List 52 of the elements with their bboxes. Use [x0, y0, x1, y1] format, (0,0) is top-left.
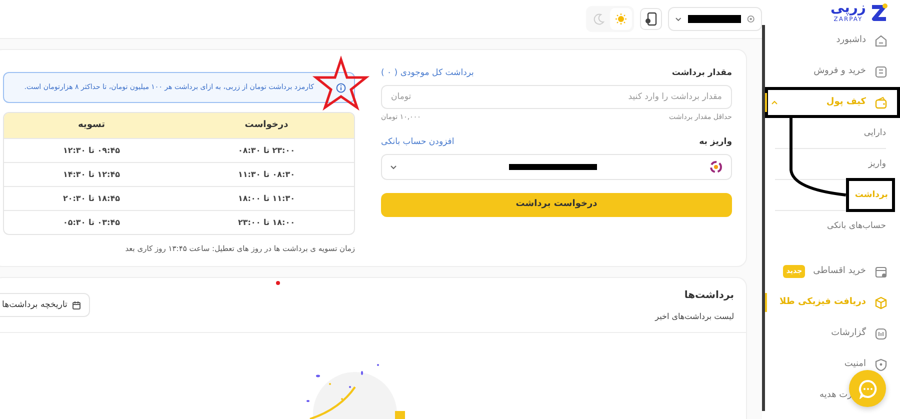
withdrawal-history-button[interactable]: تاریخچه برداشت‌ها [0, 293, 90, 317]
sidebar-subitem[interactable]: واریز [868, 158, 886, 170]
table-cell: ۰۸:۳۰ تا ۱۱:۳۰ [179, 162, 354, 186]
chart-icon [874, 326, 888, 340]
sidebar-subitem[interactable]: حساب‌های بانکی [827, 220, 886, 233]
grid-icon [874, 64, 888, 78]
currency-unit: تومان [391, 90, 412, 104]
chevron-down-icon [675, 16, 682, 22]
add-bank-account-link[interactable]: افزودن حساب بانکی [381, 136, 454, 149]
column-header: درخواست [179, 113, 354, 138]
moon-icon [593, 13, 605, 25]
sidebar-subitem[interactable]: دارایی [864, 126, 886, 140]
calendar-icon [72, 300, 82, 310]
column-header: تسویه [4, 113, 179, 138]
chat-icon [858, 378, 878, 398]
destination-label: واریز به [699, 136, 732, 149]
sidebar-item[interactable]: داشبورد [765, 25, 900, 56]
withdraw-all-link[interactable]: برداشت کل موجودی ( ۰ ) [381, 67, 474, 80]
star-annotation [312, 56, 370, 111]
withdraw-request-button[interactable]: درخواست برداشت [381, 193, 732, 217]
bank-logo-icon [709, 160, 723, 174]
chevron-down-icon [390, 164, 397, 170]
logo-icon [870, 2, 888, 22]
sidebar-item[interactable]: گزارشات [765, 318, 900, 349]
shield-icon [874, 358, 888, 372]
table-cell: ۱۲:۴۵ تا ۱۴:۳۰ [4, 162, 179, 186]
table-cell: ۱۱:۳۰ تا ۱۸:۰۰ [179, 186, 354, 210]
table-cell: ۰۹:۴۵ تا ۱۲:۳۰ [4, 138, 179, 162]
sidebar-item[interactable]: خرید و فروش [765, 56, 900, 87]
table-cell: ۱۸:۴۵ تا ۲۰:۳۰ [4, 186, 179, 210]
dot-annotation [276, 281, 280, 285]
phone-icon [645, 12, 657, 26]
table-cell: ۰۳:۴۵ تا ۰۵:۳۰ [4, 210, 179, 234]
mobile-app-button[interactable] [640, 8, 662, 30]
sidebar-item[interactable]: امنیت [765, 349, 900, 380]
redaction-bar [688, 15, 742, 23]
section-subtitle: لیست برداشت‌های اخیر [655, 310, 734, 322]
home-icon [874, 34, 888, 48]
table-cell: ۱۸:۰۰ تا ۲۳:۰۰ [179, 210, 354, 234]
bank-account-select[interactable] [381, 154, 732, 180]
box-icon [874, 296, 888, 310]
info-icon [336, 82, 346, 92]
logo-text: زرپی [830, 1, 866, 15]
table-cell: ۲۳:۰۰ تا ۰۸:۳۰ [179, 138, 354, 162]
amount-label: مقدار برداشت [672, 67, 732, 80]
sun-icon [615, 13, 627, 25]
chevron-up-icon [771, 100, 778, 105]
user-icon [747, 15, 755, 23]
calendar-icon [874, 264, 888, 278]
wallet-icon [874, 96, 888, 110]
account-dropdown[interactable] [668, 7, 762, 31]
section-title: برداشت‌ها [683, 288, 734, 302]
